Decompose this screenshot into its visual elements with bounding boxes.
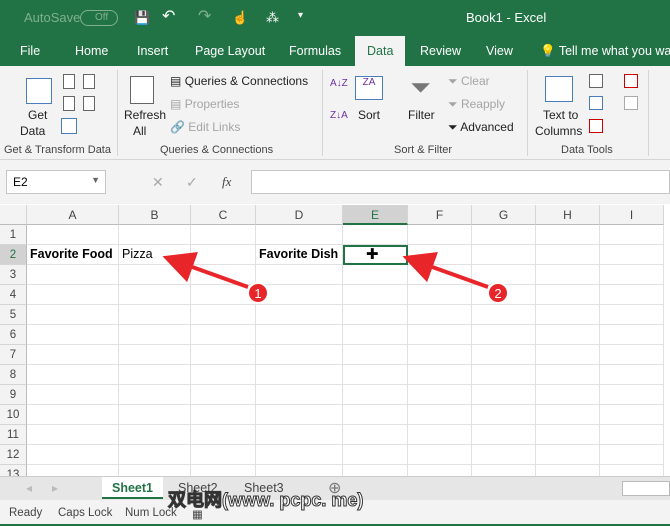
sheet-tab-sheet2[interactable]: Sheet2 [168, 477, 228, 499]
sheet-tab-bar: ◂ ▸ Sheet1 Sheet2 Sheet3 ⊕ [0, 476, 670, 500]
status-ready: Ready [9, 507, 43, 519]
horizontal-scrollbar[interactable] [622, 481, 670, 496]
annotation-number: 2 [494, 286, 501, 301]
add-sheet-icon[interactable]: ⊕ [328, 478, 341, 498]
macro-record-icon[interactable]: ▦ [192, 507, 203, 521]
status-bar: Ready Caps Lock Num Lock ▦ [0, 500, 670, 526]
status-num-lock: Num Lock [125, 507, 177, 519]
scroll-right-icon[interactable]: ▸ [52, 481, 58, 495]
sheet-tab-sheet3[interactable]: Sheet3 [234, 477, 294, 499]
scroll-left-icon[interactable]: ◂ [26, 481, 32, 495]
annotation-arrow [402, 252, 489, 289]
annotation-arrow [162, 252, 249, 289]
annotation-number: 1 [254, 286, 261, 301]
annotation-layer: 1 2 [162, 252, 509, 304]
sheet-tab-sheet1[interactable]: Sheet1 [102, 477, 163, 499]
status-caps-lock: Caps Lock [58, 507, 113, 519]
